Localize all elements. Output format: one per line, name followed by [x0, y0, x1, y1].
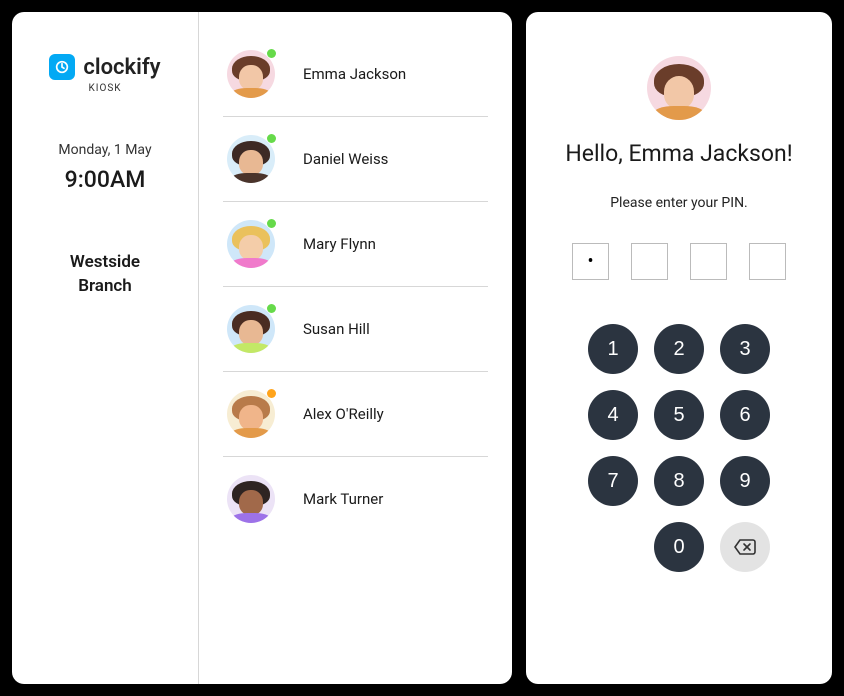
key-8[interactable]: 8 — [654, 456, 704, 506]
user-row[interactable]: Alex O'Reilly — [223, 372, 488, 457]
key-backspace[interactable] — [720, 522, 770, 572]
pin-digit-2[interactable] — [631, 243, 668, 280]
pin-entry-panel: Hello, Emma Jackson! Please enter your P… — [526, 12, 832, 684]
greeting-name: Emma Jackson — [628, 140, 786, 167]
user-name: Mary Flynn — [303, 235, 376, 253]
user-list: Emma Jackson Daniel Weiss Mary Flynn Susan … — [199, 12, 512, 684]
current-time: 9:00AM — [65, 166, 146, 193]
key-1[interactable]: 1 — [588, 324, 638, 374]
user-name: Susan Hill — [303, 320, 370, 338]
greeting-suffix: ! — [787, 140, 793, 167]
avatar — [227, 305, 275, 353]
avatar — [227, 50, 275, 98]
brand-name: clockify — [83, 55, 160, 80]
key-9[interactable]: 9 — [720, 456, 770, 506]
user-name: Emma Jackson — [303, 65, 406, 83]
sidebar: clockify KIOSK Monday, 1 May 9:00AM West… — [12, 12, 199, 684]
brand-sub: KIOSK — [88, 83, 121, 94]
pin-digit-3[interactable] — [690, 243, 727, 280]
clockify-logo-icon — [49, 54, 75, 80]
user-row[interactable]: Mary Flynn — [223, 202, 488, 287]
avatar — [227, 475, 275, 523]
status-dot — [267, 389, 276, 398]
key-7[interactable]: 7 — [588, 456, 638, 506]
key-6[interactable]: 6 — [720, 390, 770, 440]
key-3[interactable]: 3 — [720, 324, 770, 374]
kiosk-list-panel: clockify KIOSK Monday, 1 May 9:00AM West… — [12, 12, 512, 684]
keypad: 1 2 3 4 5 6 7 8 9 0 — [588, 324, 770, 572]
status-dot — [267, 49, 276, 58]
avatar — [227, 135, 275, 183]
user-row[interactable]: Susan Hill — [223, 287, 488, 372]
user-name: Daniel Weiss — [303, 150, 388, 168]
key-2[interactable]: 2 — [654, 324, 704, 374]
key-0[interactable]: 0 — [654, 522, 704, 572]
branch-name: Westside Branch — [70, 251, 140, 299]
brand-logo: clockify — [49, 54, 160, 80]
selected-user-avatar — [647, 56, 711, 120]
avatar — [227, 390, 275, 438]
pin-instruction: Please enter your PIN. — [610, 195, 748, 211]
current-date: Monday, 1 May — [58, 142, 151, 158]
key-5[interactable]: 5 — [654, 390, 704, 440]
user-row[interactable]: Daniel Weiss — [223, 117, 488, 202]
user-row[interactable]: Emma Jackson — [223, 50, 488, 117]
greeting-prefix: Hello, — [565, 140, 628, 167]
pin-boxes: • — [572, 243, 786, 280]
avatar — [227, 220, 275, 268]
user-name: Mark Turner — [303, 490, 383, 508]
pin-digit-4[interactable] — [749, 243, 786, 280]
greeting-text: Hello, Emma Jackson! — [565, 140, 792, 167]
user-name: Alex O'Reilly — [303, 405, 384, 423]
key-4[interactable]: 4 — [588, 390, 638, 440]
status-dot — [267, 219, 276, 228]
pin-digit-1[interactable]: • — [572, 243, 609, 280]
status-dot — [267, 134, 276, 143]
backspace-icon — [733, 538, 757, 556]
user-row[interactable]: Mark Turner — [223, 457, 488, 541]
status-dot — [267, 304, 276, 313]
